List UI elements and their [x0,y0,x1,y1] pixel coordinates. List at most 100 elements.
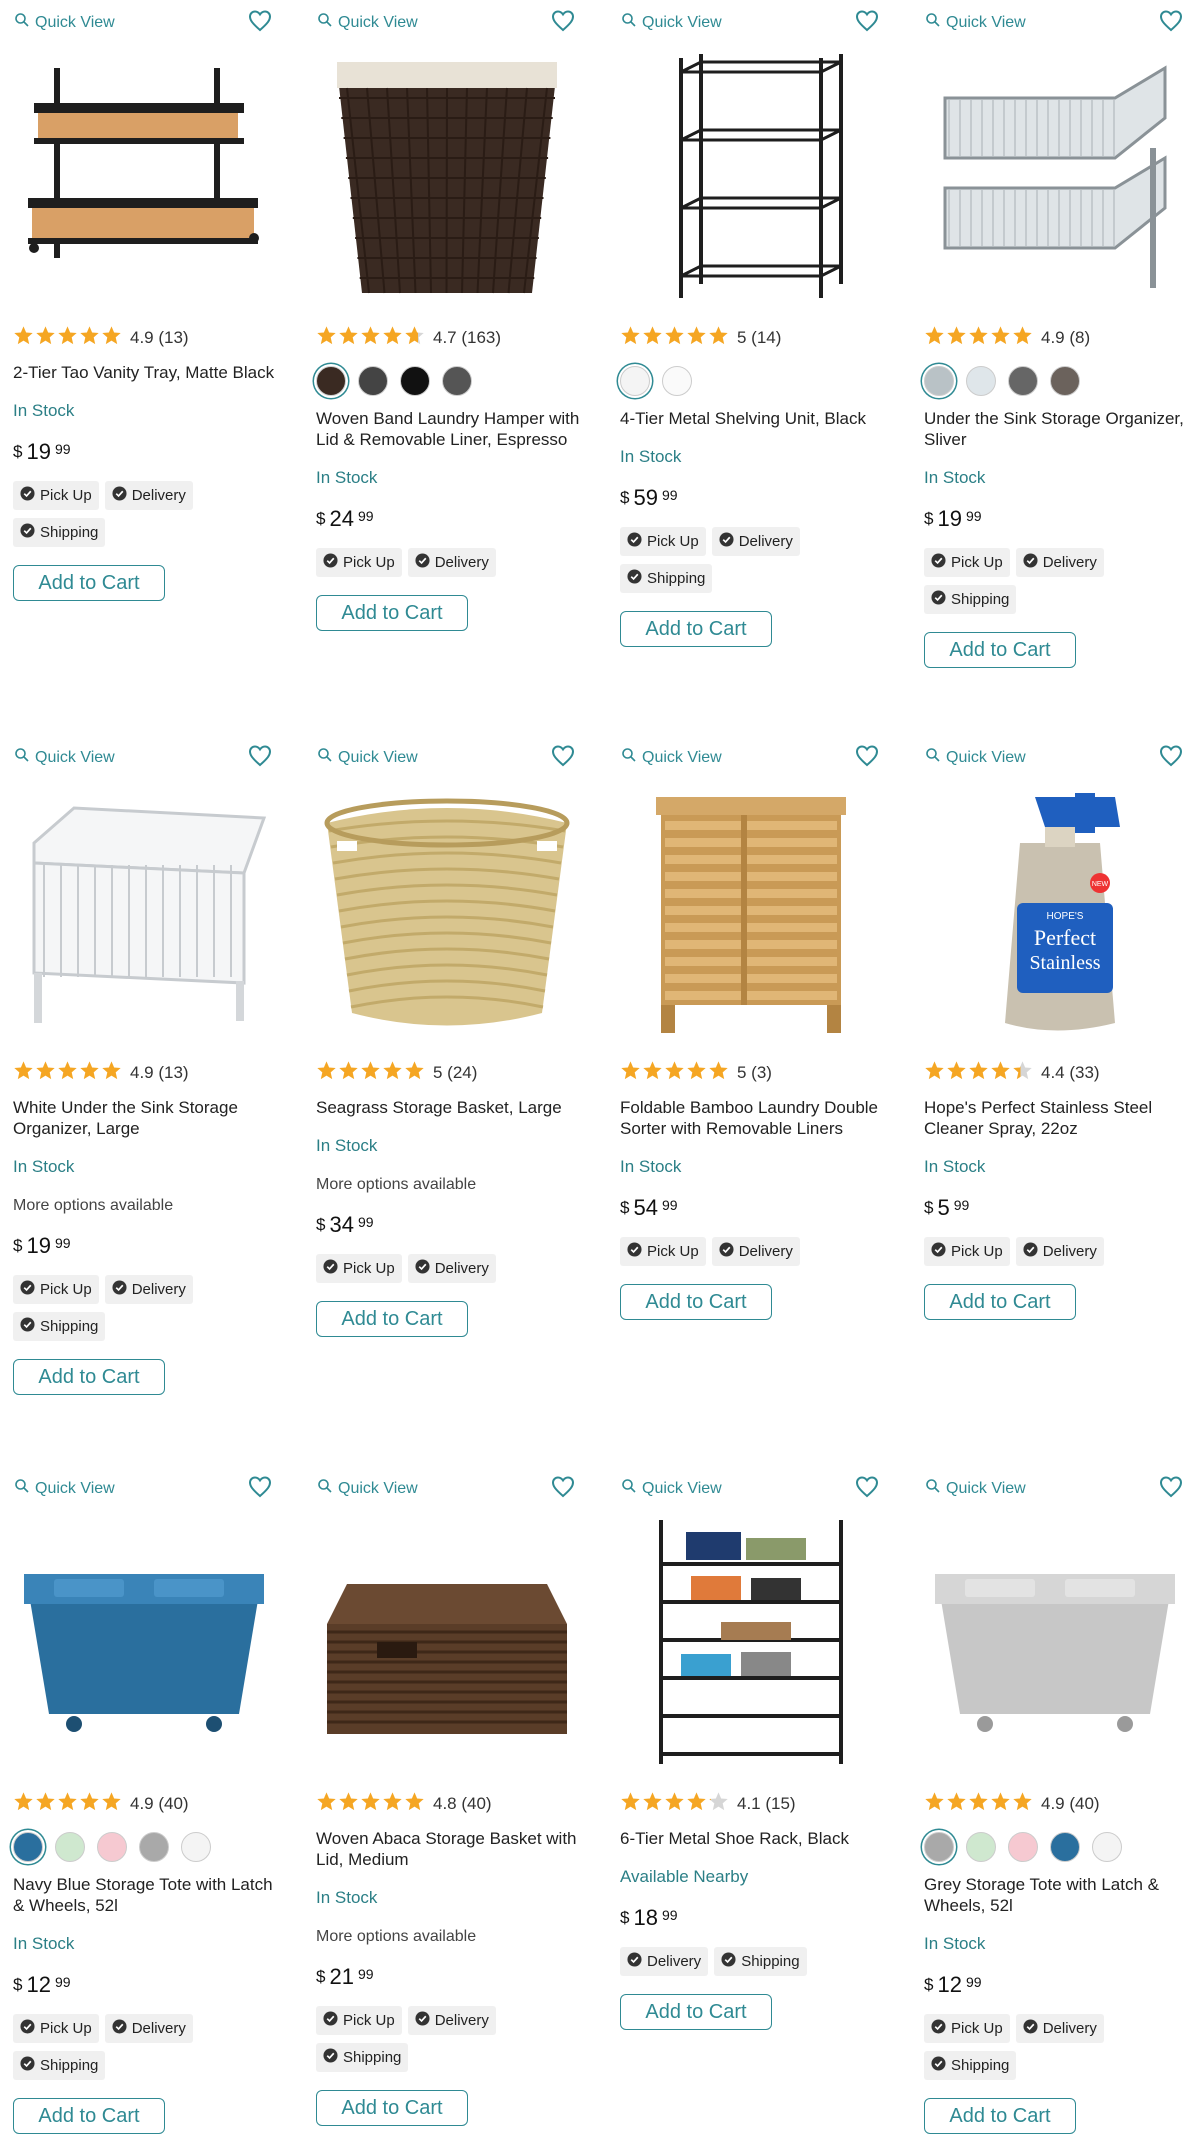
quick-view-link[interactable]: Quick View [14,747,115,768]
quick-view-link[interactable]: Quick View [621,747,722,768]
color-swatch[interactable] [1008,366,1038,396]
color-swatch[interactable] [442,366,472,396]
color-swatch[interactable] [924,366,954,396]
color-swatch[interactable] [924,1832,954,1862]
star-icon [946,325,967,351]
product-image[interactable] [317,783,577,1043]
star-icon [13,325,34,351]
product-title[interactable]: 4-Tier Metal Shelving Unit, Black [620,408,892,429]
add-to-cart-button[interactable]: Add to Cart [924,1284,1076,1320]
color-swatch[interactable] [400,366,430,396]
color-swatch[interactable] [966,1832,996,1862]
star-icon [968,1060,989,1086]
quick-view-link[interactable]: Quick View [317,747,418,768]
product-title[interactable]: 6-Tier Metal Shoe Rack, Black [620,1828,892,1849]
product-title[interactable]: Foldable Bamboo Laundry Double Sorter wi… [620,1097,892,1139]
heart-icon[interactable] [551,745,575,767]
check-circle-icon [20,1317,35,1336]
color-swatch[interactable] [316,366,346,396]
product-image[interactable] [621,783,881,1043]
quick-view-label: Quick View [642,748,722,766]
color-swatch[interactable] [13,1832,43,1862]
product-image[interactable] [925,1514,1185,1774]
quick-view-link[interactable]: Quick View [621,1478,722,1499]
add-to-cart-button[interactable]: Add to Cart [924,632,1076,668]
add-to-cart-button[interactable]: Add to Cart [924,2098,1076,2134]
price: $54 99 [620,1195,892,1221]
fulfillment-label: Pick Up [951,1243,1003,1260]
heart-icon[interactable] [855,10,879,32]
add-to-cart-button[interactable]: Add to Cart [13,2098,165,2134]
heart-icon[interactable] [1159,1476,1183,1498]
color-swatch[interactable] [620,366,650,396]
product-image[interactable] [14,1514,274,1774]
heart-icon[interactable] [551,1476,575,1498]
heart-icon[interactable] [551,10,575,32]
stock-status: In Stock [924,1157,986,1176]
product-title[interactable]: White Under the Sink Storage Organizer, … [13,1097,285,1139]
heart-icon[interactable] [855,1476,879,1498]
color-swatch[interactable] [662,366,692,396]
product-title[interactable]: Seagrass Storage Basket, Large [316,1097,588,1118]
product-image[interactable] [317,1514,577,1774]
product-image[interactable] [317,48,577,308]
fulfillment-badge: Delivery [104,2014,193,2043]
add-to-cart-button[interactable]: Add to Cart [620,611,772,647]
price-currency: $ [316,1967,326,1986]
heart-icon[interactable] [248,1476,272,1498]
heart-icon[interactable] [248,10,272,32]
product-title[interactable]: Grey Storage Tote with Latch & Wheels, 5… [924,1874,1196,1916]
color-swatch[interactable] [1050,1832,1080,1862]
add-to-cart-button[interactable]: Add to Cart [620,1994,772,2030]
color-swatch[interactable] [139,1832,169,1862]
product-image[interactable] [925,48,1185,308]
quick-view-link[interactable]: Quick View [925,1478,1026,1499]
add-to-cart-button[interactable]: Add to Cart [316,1301,468,1337]
product-image[interactable] [621,1514,881,1774]
heart-icon[interactable] [855,745,879,767]
product-title[interactable]: Woven Abaca Storage Basket with Lid, Med… [316,1828,588,1870]
product-image[interactable]: HOPE'S Perfect Stainless NEW [925,783,1185,1043]
product-image[interactable] [621,48,881,308]
quick-view-link[interactable]: Quick View [621,12,722,33]
color-swatch[interactable] [1092,1832,1122,1862]
heart-icon[interactable] [1159,745,1183,767]
color-swatches [924,366,1196,396]
product-image[interactable] [14,48,274,308]
add-to-cart-button[interactable]: Add to Cart [316,2090,468,2126]
heart-icon[interactable] [248,745,272,767]
color-swatch[interactable] [966,366,996,396]
quick-view-link[interactable]: Quick View [14,1478,115,1499]
color-swatch[interactable] [1008,1832,1038,1862]
product-title[interactable]: 2-Tier Tao Vanity Tray, Matte Black [13,362,285,383]
rating-value: 4.4 (33) [1041,1063,1100,1082]
add-to-cart-button[interactable]: Add to Cart [620,1284,772,1320]
star-icon [968,1791,989,1817]
product-title[interactable]: Navy Blue Storage Tote with Latch & Whee… [13,1874,285,1916]
color-swatch[interactable] [97,1832,127,1862]
quick-view-link[interactable]: Quick View [317,1478,418,1499]
quick-view-link[interactable]: Quick View [14,12,115,33]
star-icon [946,1791,967,1817]
star-icon [35,1060,56,1086]
star-icon [686,1791,707,1817]
quick-view-link[interactable]: Quick View [317,12,418,33]
fulfillment-label: Delivery [1042,1243,1097,1260]
heart-icon[interactable] [1159,10,1183,32]
product-title[interactable]: Under the Sink Storage Organizer, Sliver [924,408,1196,450]
add-to-cart-button[interactable]: Add to Cart [316,595,468,631]
product-title[interactable]: Hope's Perfect Stainless Steel Cleaner S… [924,1097,1196,1139]
product-title[interactable]: Woven Band Laundry Hamper with Lid & Rem… [316,408,588,450]
quick-view-link[interactable]: Quick View [925,747,1026,768]
quick-view-link[interactable]: Quick View [925,12,1026,33]
add-to-cart-button[interactable]: Add to Cart [13,1359,165,1395]
product-image[interactable] [14,783,274,1043]
color-swatch[interactable] [181,1832,211,1862]
price-cents: 99 [54,441,71,457]
color-swatch[interactable] [55,1832,85,1862]
color-swatch[interactable] [358,366,388,396]
check-circle-icon [627,569,642,588]
fulfillment-badge: Shipping [620,564,713,593]
add-to-cart-button[interactable]: Add to Cart [13,565,165,601]
color-swatch[interactable] [1050,366,1080,396]
